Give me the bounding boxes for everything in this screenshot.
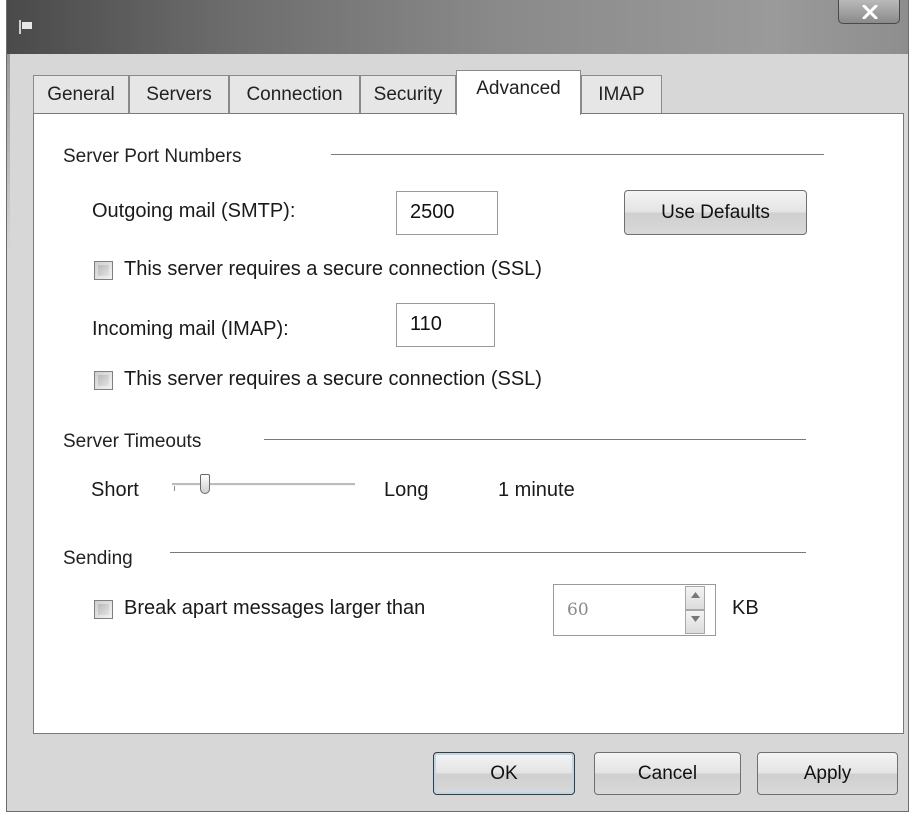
size-unit-label: KB [732,597,759,619]
spin-down-button[interactable] [685,610,705,634]
timeout-value-label: 1 minute [498,479,575,501]
title-bar[interactable] [7,0,908,54]
use-defaults-button[interactable]: Use Defaults [624,190,807,235]
incoming-ssl-checkbox[interactable] [94,371,113,390]
advanced-tab-panel: Server Port Numbers Outgoing mail (SMTP)… [33,113,904,734]
slider-tick [174,486,175,491]
outgoing-ssl-checkbox[interactable] [94,261,113,280]
timeout-long-label: Long [384,479,429,501]
tab-advanced[interactable]: Advanced [456,70,581,115]
incoming-ssl-label: This server requires a secure connection… [124,368,542,390]
tab-security[interactable]: Security [360,75,456,113]
section-title-server-ports: Server Port Numbers [63,146,242,167]
section-divider [170,552,806,554]
tab-imap[interactable]: IMAP [581,75,662,113]
spin-up-arrow-icon [691,592,700,598]
close-icon [862,5,878,19]
incoming-mail-label: Incoming mail (IMAP): [92,318,289,340]
timeout-slider[interactable] [172,472,357,502]
apply-button[interactable]: Apply [757,752,898,795]
ok-button[interactable]: OK [433,752,575,795]
outgoing-ssl-label: This server requires a secure connection… [124,258,542,280]
break-apart-label: Break apart messages larger than [124,597,426,619]
outgoing-port-input[interactable]: 2500 [396,191,498,235]
spin-up-button[interactable] [685,586,705,610]
section-divider [331,154,824,156]
incoming-port-input[interactable]: 110 [396,303,495,347]
slider-thumb[interactable] [200,474,210,494]
spin-down-arrow-icon [691,616,700,622]
tab-connection[interactable]: Connection [229,75,360,113]
cancel-button[interactable]: Cancel [594,752,741,795]
app-flag-icon [19,20,33,34]
timeout-short-label: Short [91,479,139,501]
section-title-server-timeouts: Server Timeouts [63,431,202,452]
frame-edge [7,54,10,254]
section-divider [264,439,806,441]
tab-servers[interactable]: Servers [129,75,229,113]
outgoing-mail-label: Outgoing mail (SMTP): [92,200,296,222]
section-title-sending: Sending [63,548,133,569]
break-apart-checkbox[interactable] [94,600,113,619]
close-button[interactable] [838,0,900,24]
tab-general[interactable]: General [33,75,129,113]
